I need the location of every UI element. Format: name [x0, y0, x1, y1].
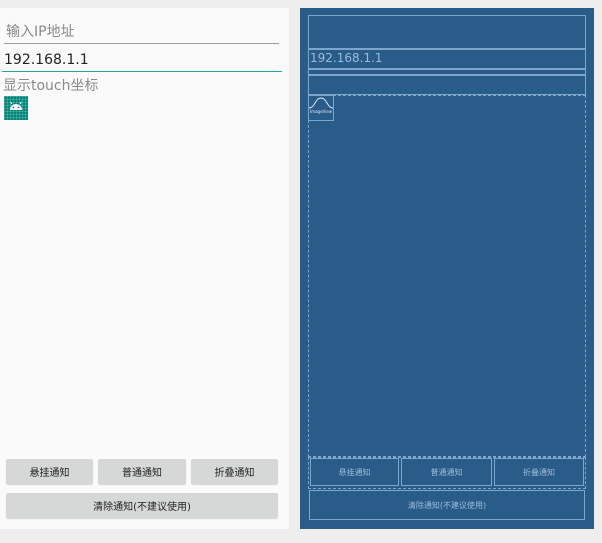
hover-notification-button[interactable]: 悬挂通知 [6, 459, 93, 484]
ip-hint-input[interactable]: 输入IP地址 [4, 20, 279, 44]
clear-notification-button[interactable]: 清除通知(不建议使用) [6, 493, 278, 518]
blueprint-clear-notification-button[interactable]: 清除通知(不建议使用) [309, 490, 585, 520]
blueprint-normal-notification-button[interactable]: 普通通知 [401, 458, 492, 486]
blueprint-content-area [308, 95, 586, 457]
image-view-label: ImageView [310, 109, 333, 114]
ip-value-input[interactable]: 192.168.1.1 [2, 48, 282, 72]
image-placeholder-icon [309, 97, 333, 109]
fold-notification-button[interactable]: 折叠通知 [191, 459, 278, 484]
blueprint-ip-hint-input[interactable] [308, 15, 586, 49]
android-image-view [4, 96, 28, 120]
blueprint-view: 192.168.1.1 ImageView 悬挂通知 普通通知 折叠通知 清除通… [300, 8, 594, 529]
blueprint-hover-notification-button[interactable]: 悬挂通知 [310, 458, 399, 486]
blueprint-touch-toggle[interactable] [308, 75, 586, 95]
touch-coordinate-toggle[interactable]: 显示touch坐标 [3, 76, 99, 96]
android-robot-icon [10, 101, 22, 110]
blueprint-fold-notification-button[interactable]: 折叠通知 [494, 458, 584, 486]
blueprint-ip-value-input[interactable]: 192.168.1.1 [308, 49, 586, 69]
normal-notification-button[interactable]: 普通通知 [98, 459, 186, 484]
blueprint-image-view: ImageView [308, 95, 334, 121]
design-preview: 输入IP地址 192.168.1.1 显示touch坐标 悬挂通知 普通通知 折… [0, 8, 289, 529]
